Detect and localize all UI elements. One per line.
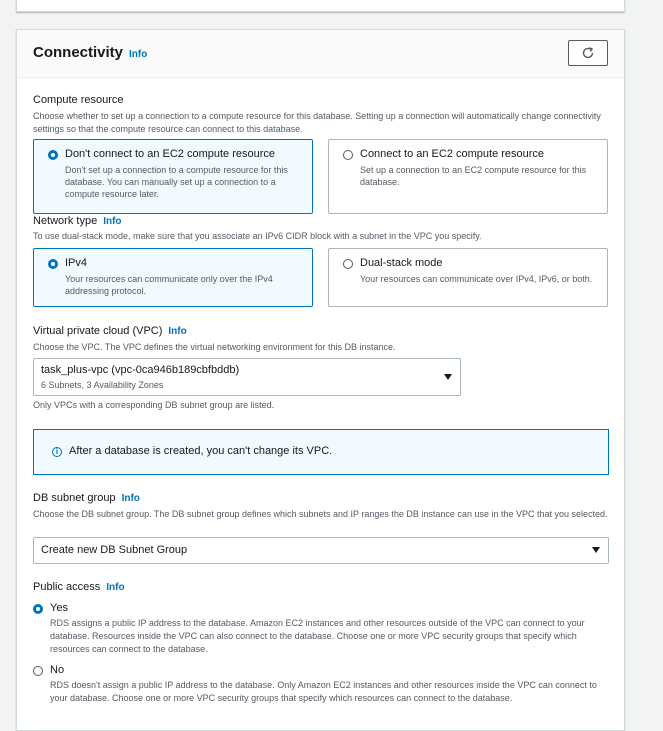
subnet-select-value: Create new DB Subnet Group (41, 544, 188, 556)
vpc-alert-text: After a database is created, you can't c… (69, 445, 333, 457)
vpc-select-subtext: 6 Subnets, 3 Availability Zones (41, 380, 164, 390)
vpc-info-link[interactable]: Info (168, 326, 186, 337)
compute-resource-description: Choose whether to set up a connection to… (33, 111, 601, 134)
vpc-label-row: Virtual private cloud (VPC) Info (33, 325, 187, 337)
network-type-label-row: Network type Info (33, 215, 122, 227)
option-title: Connect to an EC2 compute resource (360, 148, 545, 160)
option-description: Don't set up a connection to a compute r… (65, 165, 288, 199)
panel-header: Connectivity Info (17, 30, 624, 78)
option-connect-ec2[interactable]: Connect to an EC2 compute resource Set u… (328, 139, 608, 214)
option-title: Dual-stack mode (360, 257, 443, 269)
subnet-label-row: DB subnet group Info (33, 492, 140, 504)
radio-public-no[interactable] (33, 666, 43, 676)
radio-connect-ec2[interactable] (343, 150, 353, 160)
subnet-label: DB subnet group (33, 492, 116, 504)
public-access-label: Public access (33, 581, 101, 593)
network-type-info-link[interactable]: Info (103, 216, 121, 227)
network-type-label: Network type (33, 215, 98, 227)
vpc-info-alert: i After a database is created, you can't… (33, 429, 609, 475)
caret-down-icon (592, 547, 600, 553)
vpc-select-value: task_plus-vpc (vpc-0ca946b189cbfbddb) (41, 364, 240, 376)
public-access-info-link[interactable]: Info (106, 582, 124, 593)
connectivity-info-link[interactable]: Info (129, 49, 147, 60)
panel-title: Connectivity (33, 44, 124, 61)
info-circle-icon: i (52, 447, 62, 457)
network-type-description: To use dual-stack mode, make sure that y… (33, 231, 482, 241)
vpc-select[interactable]: task_plus-vpc (vpc-0ca946b189cbfbddb) 6 … (33, 358, 461, 396)
subnet-info-link[interactable]: Info (122, 493, 140, 504)
subnet-select[interactable]: Create new DB Subnet Group (33, 537, 609, 564)
caret-down-icon (444, 374, 452, 380)
option-description: Your resources can communicate only over… (65, 274, 273, 296)
compute-resource-label: Compute resource (33, 94, 124, 106)
vpc-description: Choose the VPC. The VPC defines the virt… (33, 342, 396, 352)
radio-public-yes[interactable] (33, 604, 43, 614)
public-yes-description: RDS assigns a public IP address to the d… (50, 618, 585, 654)
option-dual-stack[interactable]: Dual-stack mode Your resources can commu… (328, 248, 608, 307)
subnet-description: Choose the DB subnet group. The DB subne… (33, 509, 608, 519)
public-no-label[interactable]: No (50, 664, 64, 676)
vpc-label: Virtual private cloud (VPC) (33, 325, 163, 337)
public-yes-label[interactable]: Yes (50, 602, 68, 614)
option-description: Your resources can communicate over IPv4… (360, 274, 593, 284)
option-description: Set up a connection to an EC2 compute re… (360, 165, 587, 187)
option-ipv4[interactable]: IPv4 Your resources can communicate only… (33, 248, 313, 307)
option-title: Don't connect to an EC2 compute resource (65, 148, 275, 160)
vpc-constraint: Only VPCs with a corresponding DB subnet… (33, 400, 275, 410)
option-title: IPv4 (65, 257, 88, 269)
refresh-button[interactable] (568, 40, 608, 66)
radio-dual-stack[interactable] (343, 259, 353, 269)
connectivity-panel: Connectivity Info Compute resource Choose… (16, 29, 625, 731)
radio-dont-connect-ec2[interactable] (48, 150, 58, 160)
public-no-description: RDS doesn't assign a public IP address t… (50, 680, 597, 703)
previous-panel (16, 0, 625, 12)
public-access-label-row: Public access Info (33, 581, 125, 593)
option-dont-connect-ec2[interactable]: Don't connect to an EC2 compute resource… (33, 139, 313, 214)
radio-ipv4[interactable] (48, 259, 58, 269)
refresh-icon (582, 47, 594, 59)
panel-title-row: Connectivity Info (33, 44, 147, 61)
